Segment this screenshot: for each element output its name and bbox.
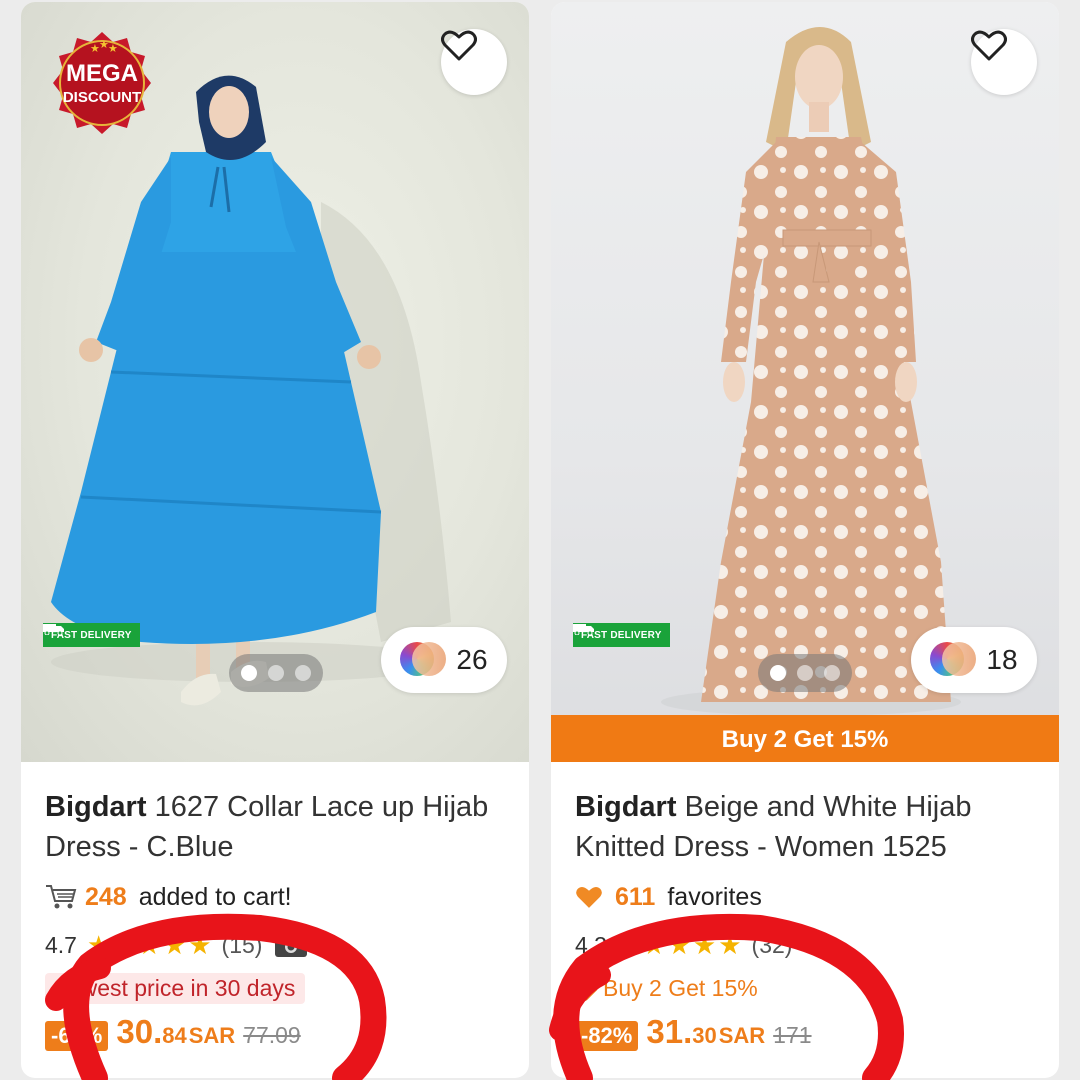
mega-text: MEGA xyxy=(66,60,138,87)
social-text: added to cart! xyxy=(138,882,292,911)
brand-name: Bigdart xyxy=(45,791,147,823)
original-price: 171 xyxy=(773,1022,812,1048)
promo-tag-icon xyxy=(570,973,600,1003)
image-carousel-indicator[interactable] xyxy=(229,654,323,692)
color-palette-icon xyxy=(400,642,447,678)
currency: SAR xyxy=(188,1023,236,1048)
image-carousel-indicator[interactable] xyxy=(758,654,852,692)
product-card[interactable]: ★ ★ ★ MEGA DISCOUNT FAST DELIVERY 26 Big… xyxy=(21,2,529,1078)
product-card[interactable]: FAST DELIVERY 18 Buy 2 Get 15% Bigdart B… xyxy=(551,2,1059,1078)
tag-row: Lowest price in 30 days xyxy=(45,971,515,1005)
discount-badge: -82% xyxy=(575,1021,639,1051)
brand-name: Bigdart xyxy=(575,791,677,823)
product-title[interactable]: Bigdart Beige and White Hijab Knitted Dr… xyxy=(575,787,1045,867)
price-integer: 31. xyxy=(646,1013,693,1050)
promo-banner[interactable]: Buy 2 Get 15% xyxy=(551,715,1059,762)
price-decimal: 84 xyxy=(162,1023,187,1048)
review-count: (15) xyxy=(221,931,263,958)
fast-delivery-badge: FAST DELIVERY xyxy=(43,623,140,647)
heart-outline-icon xyxy=(971,30,1007,61)
wishlist-button[interactable] xyxy=(441,29,507,95)
carousel-dot[interactable] xyxy=(824,665,840,681)
carousel-dot[interactable] xyxy=(268,665,284,681)
fast-delivery-badge: FAST DELIVERY xyxy=(573,623,670,647)
discount-badge: -60% xyxy=(45,1021,109,1051)
carousel-dot[interactable] xyxy=(295,665,311,681)
mega-discount-badge: ★ ★ ★ MEGA DISCOUNT xyxy=(47,28,157,138)
social-text: favorites xyxy=(667,882,762,911)
rating-row[interactable]: 4.3 ★★★★★ (32) xyxy=(575,929,1045,961)
product-info[interactable]: Bigdart 1627 Collar Lace up Hijab Dress … xyxy=(45,787,515,1055)
rating-stars-icon: ★★★★★ xyxy=(616,929,744,960)
discount-text: DISCOUNT xyxy=(62,89,142,106)
rating-value: 4.3 xyxy=(575,931,607,958)
rating-stars-icon: ★★★★★ xyxy=(86,929,214,960)
price-decimal: 30 xyxy=(692,1023,717,1048)
heart-icon xyxy=(575,881,611,913)
carousel-dot-active[interactable] xyxy=(770,665,786,681)
carousel-dot[interactable] xyxy=(797,665,813,681)
tag-row: Buy 2 Get 15% xyxy=(570,971,1045,1005)
lowest-price-tag: Lowest price in 30 days xyxy=(45,972,306,1004)
promo-tag: Buy 2 Get 15% xyxy=(570,973,758,1003)
carousel-dot-active[interactable] xyxy=(241,665,257,681)
product-title[interactable]: Bigdart 1627 Collar Lace up Hijab Dress … xyxy=(45,787,515,867)
cart-icon xyxy=(45,881,81,913)
price-integer: 30. xyxy=(116,1013,163,1050)
svg-text:★: ★ xyxy=(108,43,118,55)
social-proof: 611 favorites xyxy=(575,881,1045,913)
price-row: -60% 30. 84 SAR 77.09 xyxy=(45,1013,515,1055)
product-image[interactable]: FAST DELIVERY 18 Buy 2 Get 15% xyxy=(551,2,1059,762)
rating-row[interactable]: 4.7 ★★★★★ (15) xyxy=(45,929,515,961)
rating-value: 4.7 xyxy=(45,931,77,958)
wishlist-button[interactable] xyxy=(971,29,1037,95)
color-palette-icon xyxy=(930,642,977,678)
truck-icon xyxy=(573,624,594,635)
camera-icon xyxy=(275,933,308,957)
heart-outline-icon xyxy=(441,30,477,61)
color-count: 18 xyxy=(986,644,1018,675)
product-image[interactable]: ★ ★ ★ MEGA DISCOUNT FAST DELIVERY 26 xyxy=(21,2,529,762)
color-options-button[interactable]: 26 xyxy=(381,627,507,693)
review-count: (32) xyxy=(751,931,793,958)
currency: SAR xyxy=(718,1023,766,1048)
promo-tag-text: Buy 2 Get 15% xyxy=(603,974,758,1001)
color-count: 26 xyxy=(456,644,488,675)
price-row: -82% 31. 30 SAR 171 xyxy=(575,1013,1045,1055)
color-options-button[interactable]: 18 xyxy=(911,627,1037,693)
social-proof: 248 added to cart! xyxy=(45,881,515,913)
original-price: 77.09 xyxy=(243,1022,301,1048)
truck-icon xyxy=(43,624,64,635)
product-info[interactable]: Bigdart Beige and White Hijab Knitted Dr… xyxy=(570,787,1045,1055)
favorites-count: 611 xyxy=(615,882,656,911)
cart-count: 248 xyxy=(85,882,127,911)
